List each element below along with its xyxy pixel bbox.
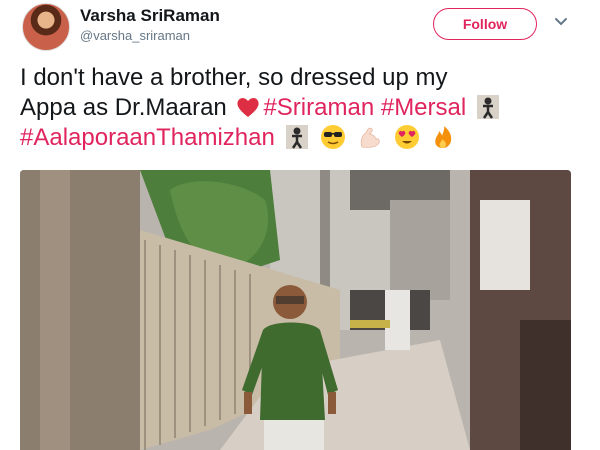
man-dancing-emoji-icon — [476, 95, 499, 119]
tweet-header: Varsha SriRaman @varsha_sriraman Follow — [0, 0, 600, 60]
blur-left-panel — [20, 170, 140, 450]
heart-eyes-face-emoji-icon — [394, 125, 419, 149]
video-player[interactable] — [20, 170, 571, 450]
red-heart-emoji-icon — [237, 98, 260, 117]
follow-button[interactable]: Follow — [433, 8, 537, 40]
tweet-line-2: Appa as Dr.Maaran #Sriraman #Mersal — [20, 93, 590, 123]
user-display-name[interactable]: Varsha SriRaman — [80, 6, 220, 26]
hashtag-mersal[interactable]: #Mersal — [381, 94, 466, 121]
man-dancing-emoji-icon — [285, 125, 308, 149]
user-handle[interactable]: @varsha_sriraman — [80, 28, 190, 43]
tweet-line-1: I don't have a brother, so dressed up my — [20, 64, 448, 91]
sunglasses-face-emoji-icon — [321, 125, 346, 149]
video-frame — [20, 170, 571, 450]
avatar[interactable] — [22, 3, 70, 51]
tweet-text: I don't have a brother, so dressed up my… — [20, 63, 590, 153]
chevron-down-icon[interactable] — [553, 14, 569, 30]
flexed-biceps-emoji-icon — [360, 127, 380, 148]
hashtag-sriraman[interactable]: #Sriraman — [263, 94, 374, 121]
tweet-line-3: #AalaporaanThamizhan — [20, 123, 590, 153]
tweet-line-2-text: Appa as Dr.Maaran — [20, 94, 227, 121]
hashtag-aalaporaanthamizhan[interactable]: #AalaporaanThamizhan — [20, 124, 275, 151]
fire-emoji-icon — [435, 126, 452, 148]
